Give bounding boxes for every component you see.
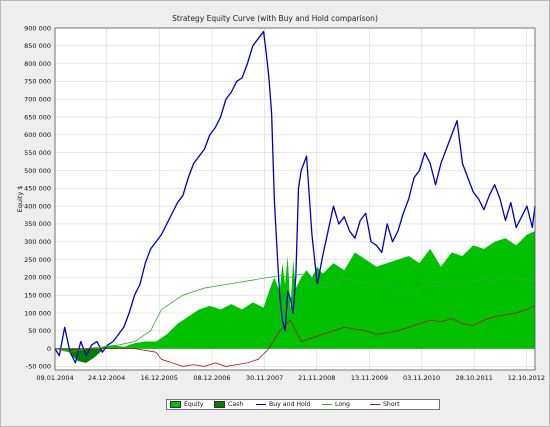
legend-swatch	[370, 404, 380, 405]
y-tick-label: -50 000	[26, 363, 51, 371]
y-tick-label: 600 000	[24, 131, 51, 139]
y-tick-label: 500 000	[24, 167, 51, 175]
y-tick-label: 650 000	[24, 113, 51, 121]
legend-item-cash: Cash	[211, 400, 253, 409]
x-tick-label: 08.12.2006	[193, 374, 230, 382]
y-tick-label: 50 000	[28, 327, 51, 335]
y-tick-label: 300 000	[24, 238, 51, 246]
y-tick-label: 800 000	[24, 60, 51, 68]
x-tick-label: 21.11.2008	[298, 374, 335, 382]
legend-label: Cash	[228, 401, 244, 408]
y-axis-ticks: 900 000 850 000 800 000 750 000 700 000 650 0…	[24, 24, 51, 370]
x-tick-label: 09.01.2004	[36, 374, 73, 382]
legend-swatch	[170, 401, 181, 408]
y-tick-label: 0	[47, 345, 51, 353]
y-tick-label: 450 000	[24, 185, 51, 193]
y-tick-label: 150 000	[24, 291, 51, 299]
x-tick-label: 16.12.2005	[141, 374, 178, 382]
y-tick-label: 400 000	[24, 202, 51, 210]
legend-item-equity: Equity	[167, 400, 211, 409]
legend-label: Long	[335, 401, 350, 408]
y-tick-label: 350 000	[24, 220, 51, 228]
legend-swatch	[214, 401, 225, 408]
y-tick-label: 850 000	[24, 42, 51, 50]
legend-label: Buy and Hold	[269, 401, 311, 408]
x-tick-label: 13.11.2009	[351, 374, 388, 382]
x-axis-ticks: 09.01.2004 24.12.2004 16.12.2005 08.12.2006…	[36, 374, 545, 382]
x-tick-label: 12.10.2012	[508, 374, 545, 382]
legend-item-buy-and-hold: Buy and Hold	[253, 400, 319, 409]
y-tick-label: 100 000	[24, 309, 51, 317]
x-tick-label: 24.12.2004	[88, 374, 125, 382]
legend-label: Equity	[184, 401, 204, 408]
y-axis-label: Equity $	[16, 186, 24, 213]
chart-legend: Equity Cash Buy and Hold Long Short	[166, 399, 440, 410]
y-tick-label: 700 000	[24, 96, 51, 104]
legend-label: Short	[383, 401, 400, 408]
y-tick-label: 550 000	[24, 149, 51, 157]
legend-item-short: Short	[367, 400, 417, 409]
x-tick-label: 30.11.2007	[246, 374, 283, 382]
legend-swatch	[256, 404, 266, 405]
y-tick-label: 900 000	[24, 24, 51, 32]
y-tick-label: 750 000	[24, 78, 51, 86]
y-tick-label: 200 000	[24, 274, 51, 282]
equity-chart: 900 000 850 000 800 000 750 000 700 000 650 0…	[16, 24, 545, 382]
legend-item-long: Long	[319, 400, 367, 409]
x-tick-label: 03.11.2010	[403, 374, 440, 382]
y-tick-label: 250 000	[24, 256, 51, 264]
x-tick-label: 28.10.2011	[456, 374, 493, 382]
legend-swatch	[322, 404, 332, 405]
